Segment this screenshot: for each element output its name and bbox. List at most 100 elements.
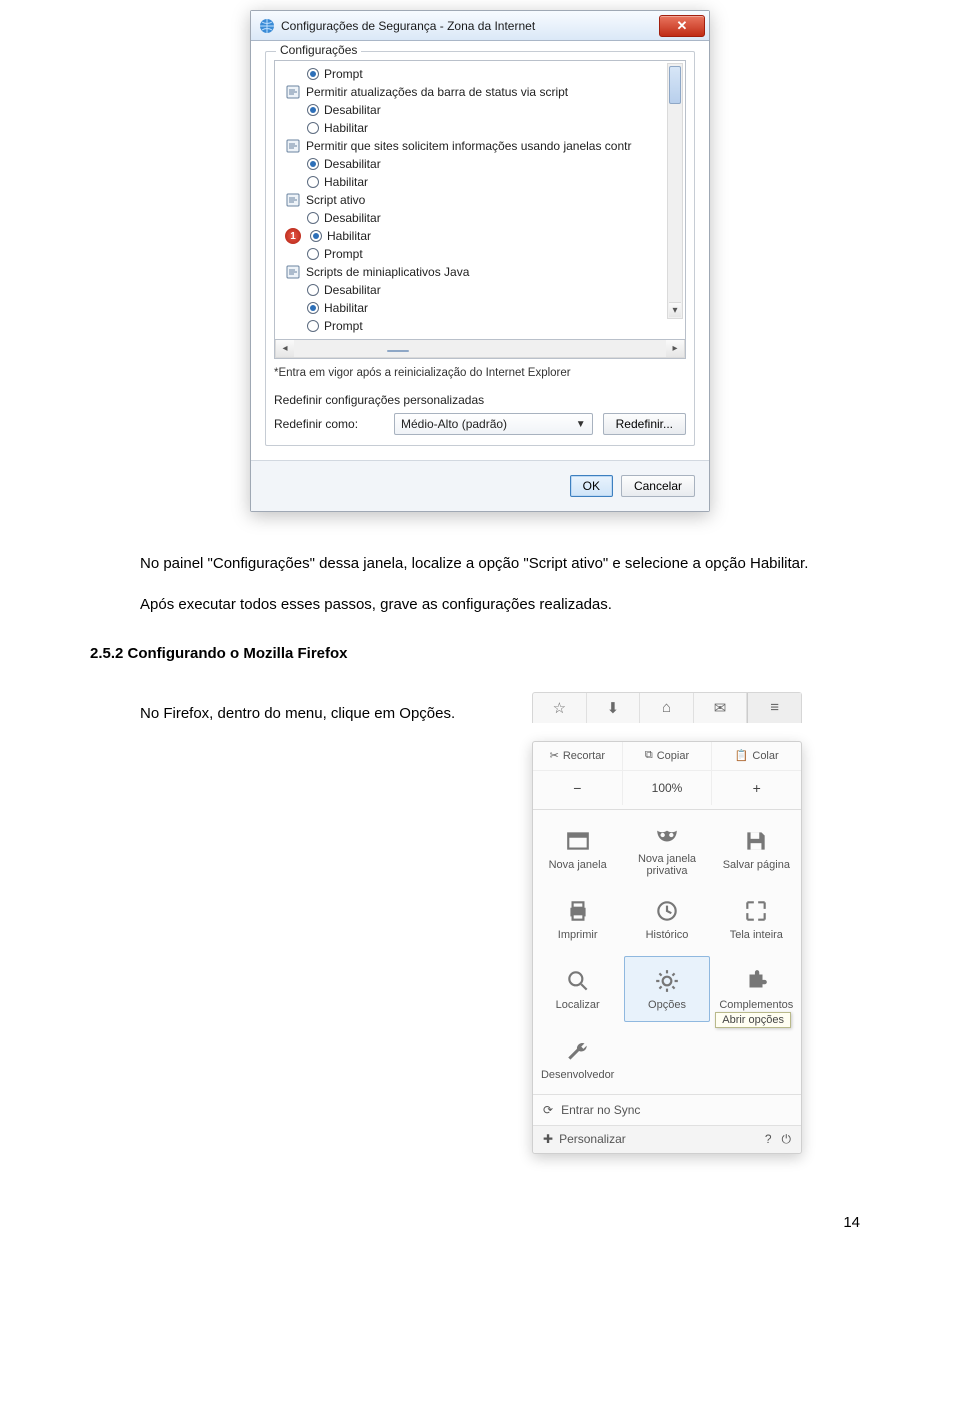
puzzle-icon bbox=[742, 967, 770, 995]
zoom-value[interactable]: 100% bbox=[622, 771, 713, 805]
radio-option[interactable]: 1Habilitar bbox=[281, 227, 685, 245]
horizontal-scrollbar[interactable]: ◂ ▸ bbox=[275, 340, 685, 358]
radio-option[interactable]: Desabilitar bbox=[281, 155, 685, 173]
groupbox-legend: Configurações bbox=[276, 43, 361, 57]
history-icon bbox=[653, 897, 681, 925]
close-icon: ✕ bbox=[677, 19, 688, 32]
scrollbar-down-icon[interactable]: ▾ bbox=[669, 302, 681, 317]
radio-icon bbox=[307, 284, 319, 296]
gear-icon bbox=[653, 967, 681, 995]
scrollbar-thumb[interactable] bbox=[669, 66, 681, 104]
window-icon bbox=[564, 827, 592, 855]
radio-icon bbox=[310, 230, 322, 242]
dialog-title: Configurações de Segurança - Zona da Int… bbox=[281, 19, 535, 33]
cut-button[interactable]: ✂Recortar bbox=[533, 742, 622, 770]
category-row: Permitir atualizações da barra de status… bbox=[281, 83, 685, 101]
wrench-icon bbox=[564, 1037, 592, 1065]
menu-item-fullscreen[interactable]: Tela inteira bbox=[712, 884, 801, 954]
hamburger-icon[interactable]: ≡ bbox=[747, 693, 801, 723]
script-icon bbox=[285, 84, 301, 100]
radio-icon bbox=[307, 122, 319, 134]
home-icon[interactable]: ⌂ bbox=[640, 693, 694, 723]
zoom-in-button[interactable]: + bbox=[712, 771, 801, 805]
menu-item-history[interactable]: Histórico bbox=[622, 884, 711, 954]
menu-item-new-window[interactable]: Nova janela bbox=[533, 814, 622, 884]
restart-note: *Entra em vigor após a reinicialização d… bbox=[274, 367, 686, 379]
close-button[interactable]: ✕ bbox=[659, 15, 705, 37]
radio-option[interactable]: Desabilitar bbox=[281, 209, 685, 227]
copy-icon: ⧉ bbox=[645, 749, 653, 762]
reset-label: Redefinir como: bbox=[274, 417, 384, 431]
chat-icon[interactable]: ✉ bbox=[694, 693, 748, 723]
settings-groupbox: Configurações ▾ Prompt Permitir atualiza… bbox=[265, 51, 695, 446]
page-number: 14 bbox=[40, 1214, 860, 1231]
mask-icon bbox=[653, 821, 681, 849]
radio-icon bbox=[307, 158, 319, 170]
scroll-right-icon[interactable]: ▸ bbox=[666, 340, 684, 357]
firefox-menu-panel: ☆ ⬇ ⌂ ✉ ≡ ✂Recortar ⧉Copiar 📋Colar − 100… bbox=[532, 692, 862, 1154]
radio-icon bbox=[307, 212, 319, 224]
scroll-left-icon[interactable]: ◂ bbox=[276, 340, 294, 357]
script-icon bbox=[285, 138, 301, 154]
vertical-scrollbar[interactable]: ▾ bbox=[667, 63, 683, 319]
help-icon[interactable]: ? bbox=[765, 1132, 772, 1147]
category-row: Script ativo bbox=[281, 191, 685, 209]
zoom-out-button[interactable]: − bbox=[533, 771, 622, 805]
menu-item-private-window[interactable]: Nova janela privativa bbox=[622, 814, 711, 884]
radio-option[interactable]: Desabilitar bbox=[281, 101, 685, 119]
scissors-icon: ✂ bbox=[550, 749, 559, 762]
reset-button[interactable]: Redefinir... bbox=[603, 413, 686, 435]
menu-item-options[interactable]: Opções bbox=[624, 956, 709, 1022]
radio-option[interactable]: Prompt bbox=[281, 245, 685, 263]
paragraph: Após executar todos esses passos, grave … bbox=[90, 593, 860, 616]
separator bbox=[533, 809, 801, 810]
radio-option[interactable]: Prompt bbox=[281, 317, 685, 335]
dialog-titlebar[interactable]: Configurações de Segurança - Zona da Int… bbox=[251, 11, 709, 41]
chevron-down-icon: ▼ bbox=[576, 419, 586, 430]
print-icon bbox=[564, 897, 592, 925]
clipboard-icon: 📋 bbox=[735, 749, 749, 762]
sync-icon: ⟳ bbox=[543, 1103, 553, 1117]
radio-icon bbox=[307, 176, 319, 188]
sync-row[interactable]: ⟳ Entrar no Sync bbox=[533, 1094, 801, 1125]
script-icon bbox=[285, 192, 301, 208]
copy-button[interactable]: ⧉Copiar bbox=[622, 742, 713, 770]
menu-item-find[interactable]: Localizar bbox=[533, 954, 622, 1024]
customize-button[interactable]: ✚Personalizar bbox=[543, 1132, 626, 1146]
menu-item-developer[interactable]: Desenvolvedor bbox=[533, 1024, 622, 1094]
radio-icon bbox=[307, 248, 319, 260]
cancel-button[interactable]: Cancelar bbox=[621, 475, 695, 497]
radio-option[interactable]: Prompt bbox=[281, 65, 685, 83]
save-icon bbox=[742, 827, 770, 855]
radio-option[interactable]: Habilitar bbox=[281, 173, 685, 191]
settings-listbox[interactable]: ▾ Prompt Permitir atualizações da barra … bbox=[274, 60, 686, 340]
dialog-actions: OK Cancelar bbox=[251, 460, 709, 511]
radio-icon bbox=[307, 320, 319, 332]
download-icon[interactable]: ⬇ bbox=[587, 693, 641, 723]
edit-strip: ✂Recortar ⧉Copiar 📋Colar bbox=[533, 742, 801, 770]
paste-button[interactable]: 📋Colar bbox=[712, 742, 801, 770]
power-icon[interactable]: ⏻ bbox=[782, 1132, 792, 1147]
paragraph: No painel "Configurações" dessa janela, … bbox=[90, 552, 860, 575]
category-row: Scripts de miniaplicativos Java bbox=[281, 263, 685, 281]
bookmark-icon[interactable]: ☆ bbox=[533, 693, 587, 723]
reset-level-dropdown[interactable]: Médio-Alto (padrão) ▼ bbox=[394, 413, 593, 435]
category-row: Permitir que sites solicitem informações… bbox=[281, 137, 685, 155]
reset-section-title: Redefinir configurações personalizadas bbox=[274, 393, 686, 407]
radio-icon bbox=[307, 68, 319, 80]
menu-grid: Nova janela Nova janela privativa Salvar… bbox=[533, 814, 801, 1094]
tooltip: Abrir opções bbox=[715, 1012, 791, 1028]
radio-icon bbox=[307, 104, 319, 116]
radio-option[interactable]: Habilitar bbox=[281, 299, 685, 317]
ok-button[interactable]: OK bbox=[570, 475, 613, 497]
scrollbar-thumb[interactable] bbox=[387, 350, 409, 352]
menu-item-print[interactable]: Imprimir bbox=[533, 884, 622, 954]
radio-option[interactable]: Habilitar bbox=[281, 119, 685, 137]
callout-badge: 1 bbox=[285, 228, 301, 244]
menu-item-save-page[interactable]: Salvar página bbox=[712, 814, 801, 884]
radio-icon bbox=[307, 302, 319, 314]
globe-icon bbox=[259, 18, 275, 34]
fullscreen-icon bbox=[742, 897, 770, 925]
radio-option[interactable]: Desabilitar bbox=[281, 281, 685, 299]
paragraph: No Firefox, dentro do menu, clique em Op… bbox=[90, 702, 524, 725]
